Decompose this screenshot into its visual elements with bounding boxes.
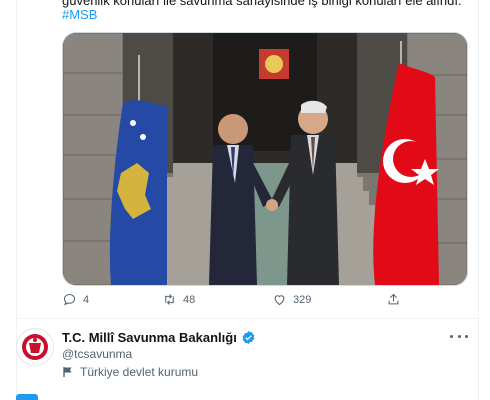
government-label-text: Türkiye devlet kurumu: [80, 365, 199, 379]
tweet-actions: 4 48 329: [62, 292, 466, 310]
retweet-icon: [165, 294, 174, 305]
photo-illustration: [63, 33, 467, 285]
verified-badge-icon: [241, 330, 256, 345]
timeline-border-right: [478, 0, 479, 400]
like-button[interactable]: 329: [272, 292, 311, 307]
profile-handle[interactable]: @tcsavunma: [62, 347, 132, 361]
heart-icon: [274, 295, 285, 306]
hashtag-link[interactable]: #MSB: [62, 7, 97, 23]
tweet-text: güvenlik konuları ile savunma sanayisind…: [62, 0, 462, 8]
flag-icon: [63, 367, 72, 377]
government-label: Türkiye devlet kurumu: [62, 365, 198, 379]
more-icon[interactable]: [450, 330, 468, 342]
reply-icon: [63, 293, 76, 306]
reply-button[interactable]: 4: [62, 292, 89, 307]
profile-name-row: T.C. Millî Savunma Bakanlığı: [62, 330, 256, 345]
like-count: 329: [293, 293, 312, 306]
bottom-partial-element: [16, 394, 38, 400]
profile-card: T.C. Millî Savunma Bakanlığı @tcsavunma …: [16, 318, 478, 400]
tweet-photo[interactable]: [62, 32, 468, 286]
reply-count: 4: [83, 293, 90, 306]
share-button[interactable]: [386, 292, 401, 307]
retweet-count: 48: [183, 293, 196, 306]
avatar[interactable]: [16, 328, 54, 366]
msb-logo-icon: [18, 330, 52, 364]
profile-name[interactable]: T.C. Millî Savunma Bakanlığı: [62, 330, 237, 345]
retweet-button[interactable]: 48: [162, 292, 195, 307]
share-icon: [388, 293, 399, 305]
